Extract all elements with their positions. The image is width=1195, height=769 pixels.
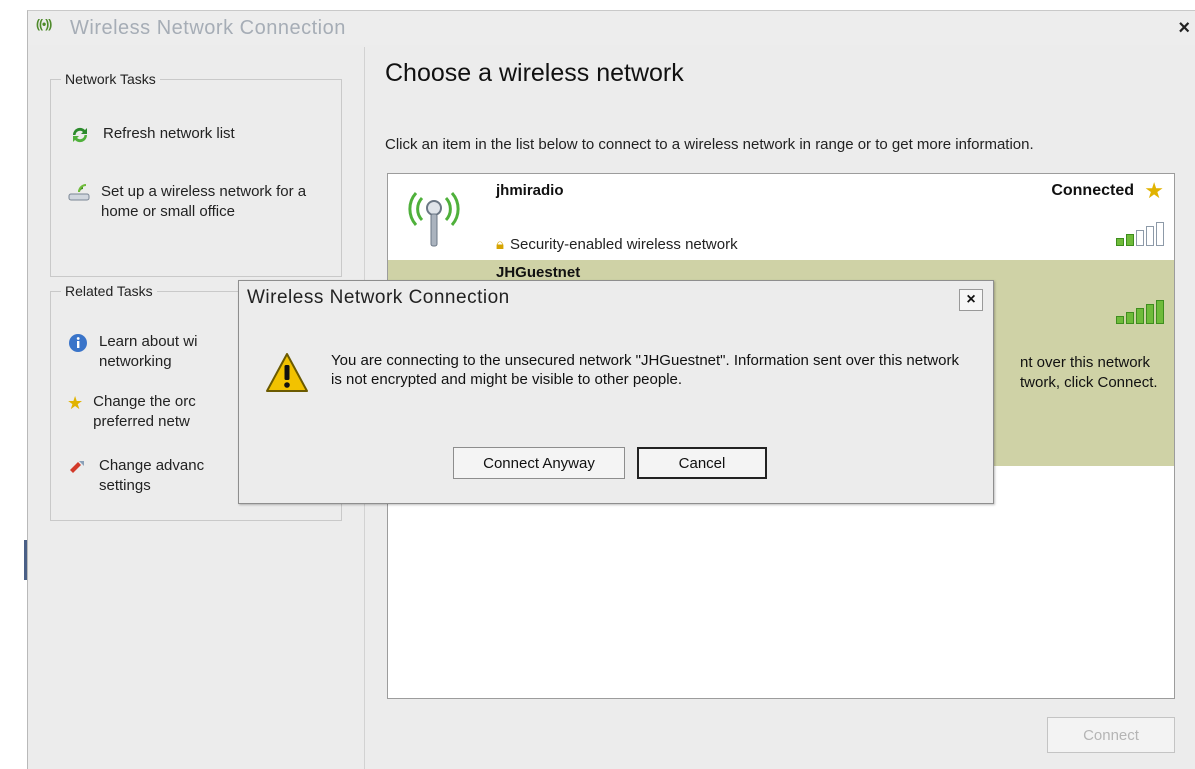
task-refresh-network-list[interactable]: Refresh network list bbox=[67, 124, 333, 146]
refresh-icon bbox=[67, 124, 93, 146]
page-description: Click an item in the list below to conne… bbox=[385, 136, 1034, 153]
window-titlebar: ((•)) Wireless Network Connection × bbox=[28, 11, 1195, 45]
network-tasks-title: Network Tasks bbox=[61, 71, 160, 87]
network-name: jhmiradio bbox=[496, 182, 564, 199]
wireless-antenna-icon bbox=[402, 188, 466, 248]
settings-icon bbox=[67, 456, 89, 478]
signal-bar bbox=[1136, 230, 1144, 246]
lock-icon: 🔒︎ bbox=[496, 236, 504, 253]
task-change-order[interactable]: ★ Change the orc preferred netw bbox=[67, 392, 217, 432]
security-label: Security-enabled wireless network bbox=[509, 236, 738, 253]
network-list-item[interactable]: jhmiradio Connected ★ 🔒︎ Security-enabled… bbox=[388, 174, 1174, 260]
signal-bar bbox=[1136, 308, 1144, 324]
dialog-message: You are connecting to the unsecured netw… bbox=[331, 352, 959, 388]
page-title: Choose a wireless network bbox=[385, 59, 684, 87]
network-info-text: twork, click Connect. bbox=[1020, 374, 1158, 391]
window-close-button[interactable]: × bbox=[1178, 17, 1190, 40]
signal-strength-icon bbox=[1116, 222, 1164, 246]
signal-bar bbox=[1146, 304, 1154, 324]
task-label: Set up a wireless network for a home or … bbox=[101, 183, 307, 220]
connect-button[interactable]: Connect bbox=[1047, 717, 1175, 753]
signal-bar bbox=[1126, 234, 1134, 246]
task-change-advanced[interactable]: Change advanc settings bbox=[67, 456, 217, 496]
signal-strength-icon bbox=[1116, 300, 1164, 324]
window-title: Wireless Network Connection bbox=[70, 17, 346, 39]
network-security: 🔒︎ Security-enabled wireless network bbox=[496, 236, 738, 253]
network-tasks-box: Network Tasks Refresh network list Set u… bbox=[50, 71, 342, 277]
signal-bar bbox=[1116, 316, 1124, 324]
preferred-star-icon: ★ bbox=[1144, 178, 1164, 203]
dialog-title: Wireless Network Connection bbox=[247, 287, 510, 308]
dialog-close-button[interactable]: × bbox=[959, 289, 983, 311]
info-icon bbox=[67, 332, 89, 354]
dialog-titlebar: Wireless Network Connection × bbox=[239, 281, 993, 315]
signal-bar bbox=[1146, 226, 1154, 246]
setup-network-icon bbox=[67, 182, 91, 204]
signal-bar bbox=[1116, 238, 1124, 246]
warning-icon bbox=[265, 351, 309, 395]
network-name: JHGuestnet bbox=[496, 264, 581, 281]
star-icon: ★ bbox=[67, 393, 84, 413]
wireless-app-icon: ((•)) bbox=[36, 17, 52, 31]
unsecured-network-dialog: Wireless Network Connection × You are co… bbox=[238, 280, 994, 504]
network-info-text: nt over this network bbox=[1020, 354, 1151, 371]
task-label: Refresh network list bbox=[103, 125, 235, 142]
task-learn-wireless[interactable]: Learn about wi networking bbox=[67, 332, 217, 372]
task-label: Learn about wi networking bbox=[99, 333, 198, 370]
related-tasks-title: Related Tasks bbox=[61, 283, 157, 299]
connect-anyway-button[interactable]: Connect Anyway bbox=[453, 447, 625, 479]
signal-bar bbox=[1126, 312, 1134, 324]
cancel-button[interactable]: Cancel bbox=[637, 447, 767, 479]
signal-bar bbox=[1156, 300, 1164, 324]
signal-bar bbox=[1156, 222, 1164, 246]
task-label: Change the orc preferred netw bbox=[93, 393, 196, 430]
network-status: Connected bbox=[1051, 182, 1134, 199]
task-label: Change advanc settings bbox=[99, 457, 205, 494]
task-setup-wireless-network[interactable]: Set up a wireless network for a home or … bbox=[67, 182, 307, 222]
background-strip bbox=[0, 0, 27, 768]
